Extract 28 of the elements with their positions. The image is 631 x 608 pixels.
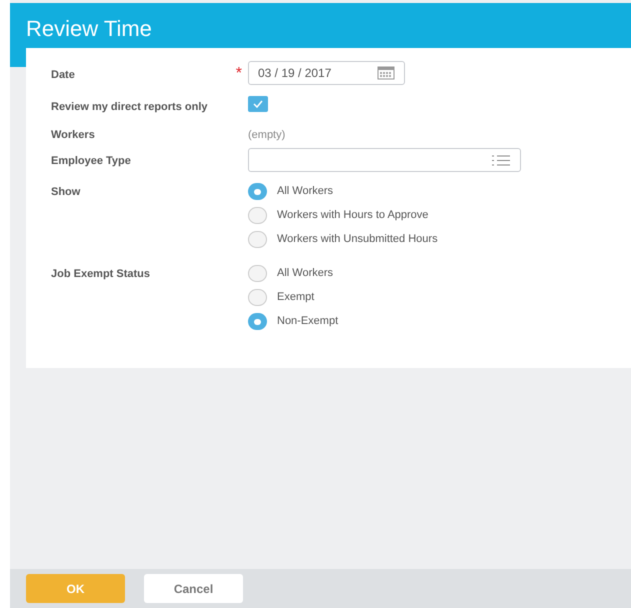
field-value: (empty) xyxy=(248,128,286,143)
option-label[interactable]: Non-Exempt xyxy=(277,313,338,330)
cancel-button[interactable]: Cancel xyxy=(144,574,243,603)
radio-button[interactable] xyxy=(248,313,267,330)
field-label: Employee Type xyxy=(51,154,131,169)
field-label: Workers xyxy=(51,128,95,143)
option-label[interactable]: Workers with Hours to Approve xyxy=(277,207,428,224)
field-label: Date xyxy=(51,68,75,83)
radio-button[interactable] xyxy=(248,265,267,282)
checkbox[interactable] xyxy=(248,96,268,112)
date-field[interactable]: 03 / 19 / 2017 xyxy=(248,61,405,85)
calendar-icon[interactable] xyxy=(377,66,395,80)
radio-button[interactable] xyxy=(248,183,267,200)
check-icon xyxy=(253,100,263,108)
field-label: Show xyxy=(51,185,80,200)
field-label: Review my direct reports only xyxy=(51,100,208,115)
required-mark: * xyxy=(236,66,242,82)
option-label[interactable]: Exempt xyxy=(277,289,314,306)
list-icon[interactable] xyxy=(492,154,510,166)
window-title: Review Time xyxy=(26,16,152,41)
radio-button[interactable] xyxy=(248,289,267,306)
option-label[interactable]: Workers with Unsubmitted Hours xyxy=(277,231,438,248)
radio-button[interactable] xyxy=(248,207,267,224)
option-label[interactable]: All Workers xyxy=(277,265,334,282)
employee-type-field[interactable] xyxy=(248,148,521,172)
radio-button[interactable] xyxy=(248,231,267,248)
field-label: Job Exempt Status xyxy=(51,267,150,282)
option-label[interactable]: All Workers xyxy=(277,183,334,200)
